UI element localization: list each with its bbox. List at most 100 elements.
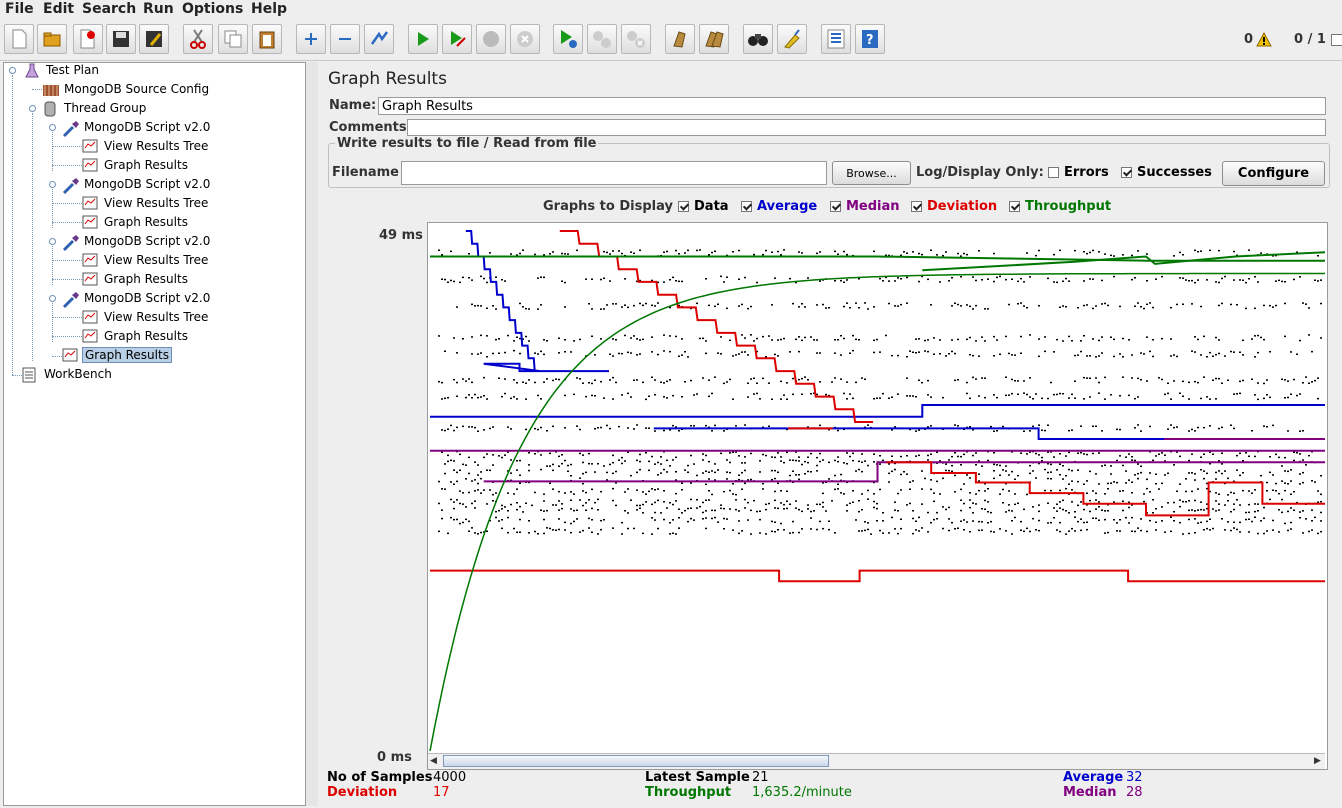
tree-node-view-results-tree-3[interactable]: View Results Tree	[82, 251, 210, 269]
data-point	[1101, 336, 1103, 338]
median-checkbox-box[interactable]	[830, 201, 841, 212]
menu-edit[interactable]: Edit	[43, 1, 74, 17]
tree-node-mongodb-script-4[interactable]: MongoDB Script v2.0	[62, 289, 212, 309]
new-icon[interactable]	[4, 24, 34, 54]
shutdown-icon[interactable]	[510, 24, 540, 54]
splitter[interactable]	[306, 62, 318, 806]
start-icon[interactable]	[408, 24, 438, 54]
horizontal-scrollbar[interactable]: ◀ ▶	[428, 753, 1325, 769]
average-checkbox-box[interactable]	[741, 201, 752, 212]
scroll-right-icon[interactable]: ▶	[1314, 756, 1321, 766]
data-point	[807, 461, 809, 464]
copy-icon[interactable]	[218, 24, 248, 54]
data-point	[687, 356, 689, 358]
errors-checkbox-box[interactable]	[1048, 167, 1059, 178]
open-icon[interactable]	[73, 24, 103, 54]
data-point	[705, 454, 707, 457]
browse-button[interactable]: Browse...	[832, 161, 911, 185]
templates-icon[interactable]	[37, 24, 67, 54]
average-checkbox[interactable]: Average	[741, 199, 817, 214]
deviation-checkbox[interactable]: Deviation	[911, 199, 997, 214]
data-point	[486, 469, 488, 471]
throughput-checkbox-box[interactable]	[1009, 201, 1020, 212]
data-point	[750, 305, 752, 308]
reset-search-icon[interactable]	[777, 24, 807, 54]
paste-icon[interactable]	[252, 24, 282, 54]
save-as-icon[interactable]	[139, 24, 169, 54]
clear-icon[interactable]	[665, 24, 695, 54]
menu-file[interactable]: File	[5, 1, 34, 17]
tree-node-graph-results-4[interactable]: Graph Results	[82, 327, 190, 345]
search-icon[interactable]	[743, 24, 773, 54]
data-point	[1062, 305, 1064, 307]
data-point	[981, 465, 983, 467]
tree-node-view-results-tree-1[interactable]: View Results Tree	[82, 137, 210, 155]
data-point	[834, 474, 836, 477]
tree-node-graph-results-2[interactable]: Graph Results	[82, 213, 190, 231]
data-point	[705, 517, 707, 519]
data-point	[684, 252, 686, 254]
data-point	[1047, 277, 1049, 280]
successes-checkbox-box[interactable]	[1121, 167, 1132, 178]
comments-field[interactable]	[407, 119, 1326, 136]
data-point	[717, 521, 719, 523]
remote-shutdown-icon[interactable]	[621, 24, 651, 54]
throughput-checkbox[interactable]: Throughput	[1009, 199, 1111, 214]
data-point	[699, 249, 701, 251]
tree-node-graph-results-1[interactable]: Graph Results	[82, 156, 190, 174]
tree-node-mongodb-source-config[interactable]: MongoDB Source Config	[42, 80, 211, 98]
menu-help[interactable]: Help	[251, 1, 287, 17]
save-icon[interactable]	[106, 24, 136, 54]
tree-node-workbench[interactable]: WorkBench	[22, 365, 114, 383]
stop-icon[interactable]	[476, 24, 506, 54]
data-point	[906, 276, 908, 279]
scrollbar-thumb[interactable]	[443, 755, 829, 767]
data-checkbox-box[interactable]	[678, 201, 689, 212]
filename-input[interactable]	[401, 161, 827, 185]
data-point	[780, 460, 782, 462]
data-point	[1140, 529, 1142, 532]
data-point	[663, 468, 665, 471]
tree-node-mongodb-script-2[interactable]: MongoDB Script v2.0	[62, 175, 212, 195]
start-no-pause-icon[interactable]	[442, 24, 472, 54]
menu-options[interactable]: Options	[182, 1, 243, 17]
data-point	[960, 488, 962, 491]
configure-button[interactable]: Configure	[1222, 161, 1325, 186]
menu-run[interactable]: Run	[143, 1, 174, 17]
cut-icon[interactable]	[183, 24, 213, 54]
tree-node-view-results-tree-4[interactable]: View Results Tree	[82, 308, 210, 326]
tree-node-test-plan[interactable]: Test Plan	[24, 61, 101, 79]
tree-node-graph-results-3[interactable]: Graph Results	[82, 270, 190, 288]
scroll-left-icon[interactable]: ◀	[430, 756, 437, 766]
data-point	[708, 490, 710, 492]
successes-checkbox[interactable]: Successes	[1121, 165, 1212, 180]
data-point	[762, 253, 764, 256]
median-checkbox[interactable]: Median	[830, 199, 900, 214]
clear-all-icon[interactable]	[699, 24, 729, 54]
name-field[interactable]: Graph Results	[378, 97, 1326, 115]
data-checkbox[interactable]: Data	[678, 199, 729, 214]
remote-stop-icon[interactable]	[587, 24, 617, 54]
tree-node-thread-group[interactable]: Thread Group	[42, 99, 148, 117]
tree-node-mongodb-script-1[interactable]: MongoDB Script v2.0	[62, 118, 212, 138]
remote-start-icon[interactable]	[553, 24, 583, 54]
deviation-checkbox-box[interactable]	[911, 201, 922, 212]
data-point	[969, 531, 971, 533]
data-point	[786, 507, 788, 510]
help-icon[interactable]: ?	[855, 24, 885, 54]
menu-search[interactable]: Search	[82, 1, 136, 17]
function-helper-icon[interactable]	[821, 24, 851, 54]
toggle-icon[interactable]	[364, 24, 394, 54]
expand-icon[interactable]	[296, 24, 326, 54]
data-point	[1104, 398, 1106, 400]
collapse-icon[interactable]	[330, 24, 360, 54]
data-point	[933, 353, 935, 355]
warning-icon[interactable]	[1256, 31, 1272, 50]
errors-checkbox[interactable]: Errors	[1048, 165, 1109, 180]
tree-node-graph-results-selected[interactable]: Graph Results	[62, 346, 172, 364]
data-point	[960, 509, 962, 512]
tree-node-view-results-tree-2[interactable]: View Results Tree	[82, 194, 210, 212]
tree-node-mongodb-script-3[interactable]: MongoDB Script v2.0	[62, 232, 212, 252]
data-point	[876, 520, 878, 522]
data-point	[654, 305, 656, 307]
